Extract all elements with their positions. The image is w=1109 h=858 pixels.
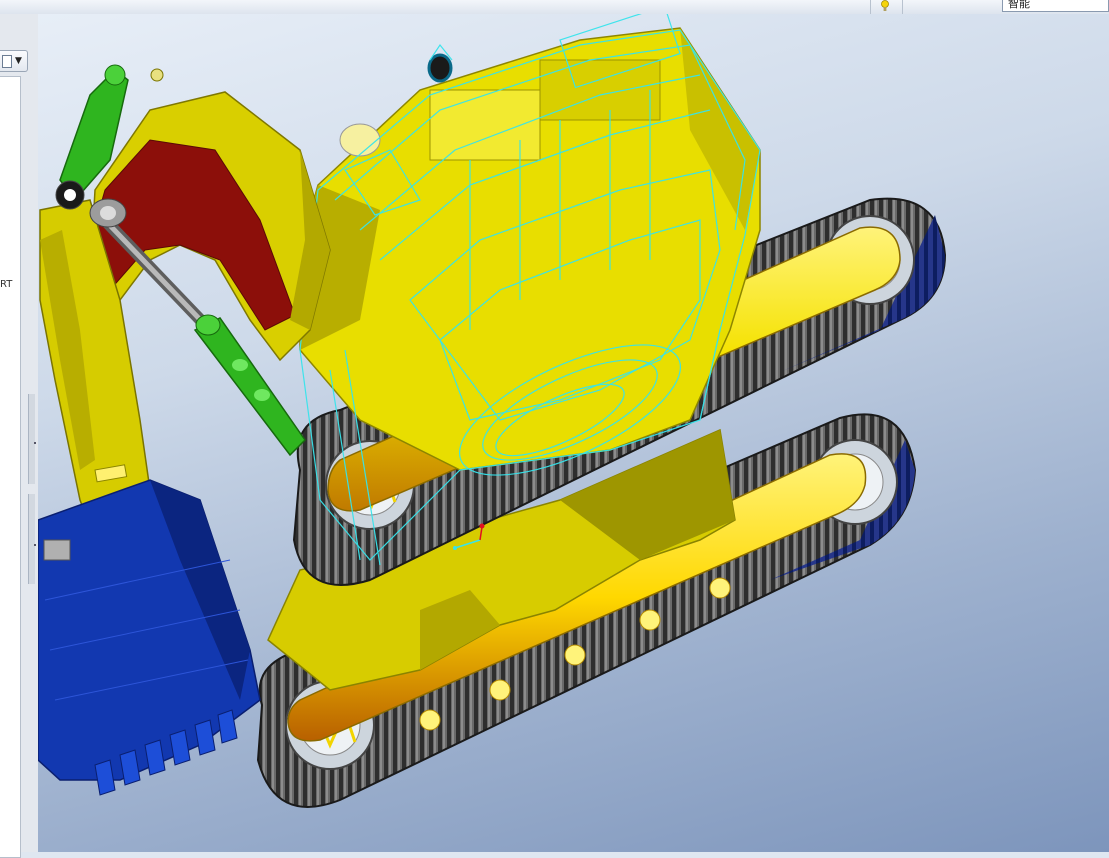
model-tree-icon: [2, 55, 12, 68]
model-tree-panel: ▼ RT: [0, 14, 39, 858]
panel-sash[interactable]: [28, 494, 35, 584]
bucket: [38, 479, 261, 796]
toolbar-separator: [902, 0, 903, 14]
toolbar-separator: [870, 0, 871, 14]
panel-sash[interactable]: [28, 394, 35, 484]
top-toolbar: 智能: [0, 0, 1109, 15]
show-menu-button[interactable]: ▼: [0, 50, 28, 72]
lightbulb-icon[interactable]: [880, 0, 890, 12]
excavator-model[interactable]: [38, 14, 1109, 852]
sash-grip: [34, 442, 36, 444]
sash-grip: [34, 544, 36, 546]
selection-filter-select[interactable]: 智能: [1002, 0, 1109, 12]
model-tree[interactable]: RT: [0, 76, 21, 858]
house: [299, 27, 761, 471]
dropdown-arrow-icon: ▼: [15, 56, 22, 66]
tree-item-label[interactable]: RT: [0, 279, 12, 290]
graphics-viewport[interactable]: [38, 14, 1109, 852]
